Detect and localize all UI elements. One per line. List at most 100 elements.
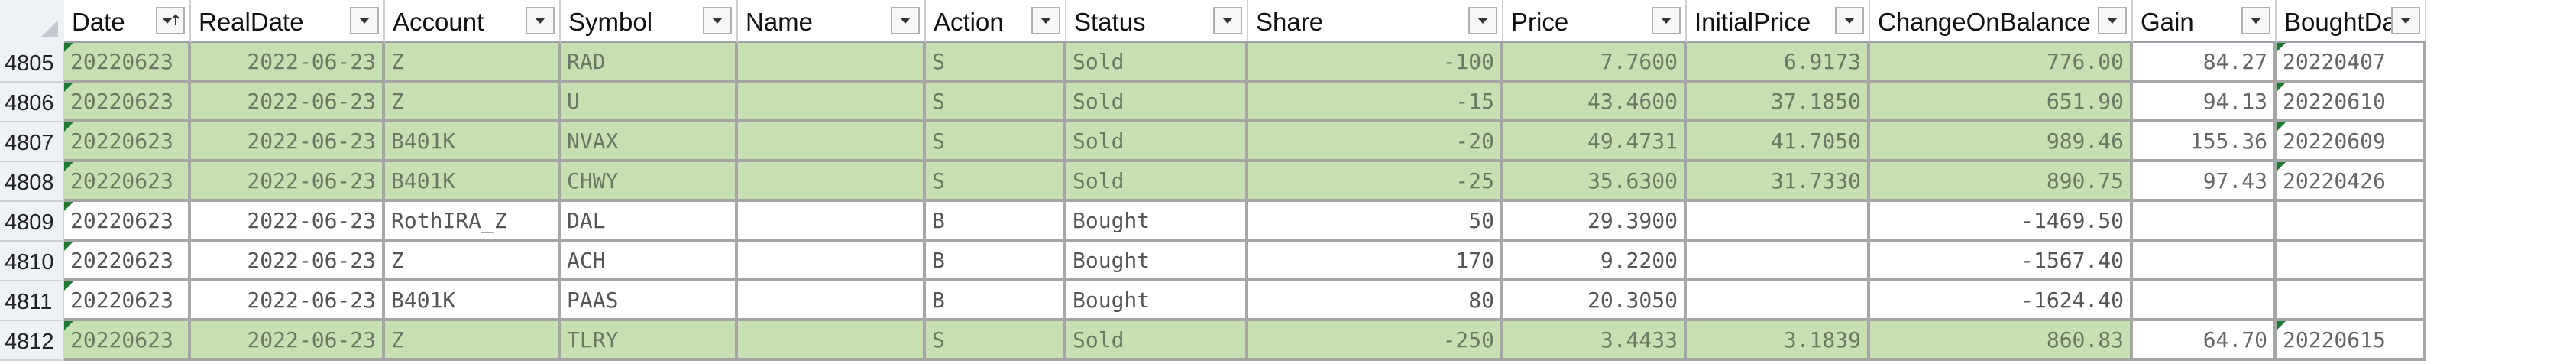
cell-change-on-balance[interactable]: 776.00 (1870, 43, 2133, 83)
row-number[interactable]: 4810 (0, 242, 64, 281)
cell-name[interactable] (738, 202, 926, 242)
cell-account[interactable]: Z (385, 83, 561, 122)
cell-real-date[interactable]: 2022-06-23 (191, 122, 385, 162)
cell-status[interactable]: Sold (1066, 162, 1248, 202)
filter-dropdown-button[interactable] (1652, 7, 1681, 34)
cell-initial-price[interactable]: 41.7050 (1687, 122, 1870, 162)
cell-real-date[interactable]: 2022-06-23 (191, 242, 385, 281)
row-number[interactable]: 4809 (0, 202, 64, 242)
cell-price[interactable]: 29.3900 (1503, 202, 1687, 242)
cell-bought-date[interactable]: 20220426 (2277, 162, 2426, 202)
cell-change-on-balance[interactable]: -1567.40 (1870, 242, 2133, 281)
cell-share[interactable]: -20 (1248, 122, 1503, 162)
cell-account[interactable]: B401K (385, 122, 561, 162)
cell-name[interactable] (738, 281, 926, 321)
cell-action[interactable]: S (926, 83, 1066, 122)
cell-date[interactable]: 20220623 (64, 242, 191, 281)
cell-symbol[interactable]: CHWY (561, 162, 738, 202)
cell-price[interactable]: 9.2200 (1503, 242, 1687, 281)
cell-real-date[interactable]: 2022-06-23 (191, 83, 385, 122)
cell-price[interactable]: 49.4731 (1503, 122, 1687, 162)
cell-symbol[interactable]: U (561, 83, 738, 122)
cell-gain[interactable]: 84.27 (2133, 43, 2277, 83)
cell-share[interactable]: -15 (1248, 83, 1503, 122)
filter-dropdown-button[interactable] (526, 7, 555, 34)
cell-bought-date[interactable]: 20220615 (2277, 321, 2426, 361)
cell-status[interactable]: Sold (1066, 43, 1248, 83)
column-header-account[interactable]: Account (385, 0, 561, 43)
cell-status[interactable]: Bought (1066, 202, 1248, 242)
cell-real-date[interactable]: 2022-06-23 (191, 281, 385, 321)
filter-dropdown-button[interactable] (1213, 7, 1242, 34)
cell-bought-date[interactable] (2277, 202, 2426, 242)
cell-action[interactable]: S (926, 43, 1066, 83)
cell-status[interactable]: Sold (1066, 122, 1248, 162)
cell-initial-price[interactable] (1687, 202, 1870, 242)
column-header-change-on-balance[interactable]: ChangeOnBalance (1870, 0, 2133, 43)
column-header-name[interactable]: Name (738, 0, 926, 43)
cell-bought-date[interactable]: 20220610 (2277, 83, 2426, 122)
cell-name[interactable] (738, 321, 926, 361)
cell-name[interactable] (738, 43, 926, 83)
cell-action[interactable]: S (926, 162, 1066, 202)
cell-bought-date[interactable] (2277, 281, 2426, 321)
cell-price[interactable]: 20.3050 (1503, 281, 1687, 321)
cell-account[interactable]: Z (385, 321, 561, 361)
cell-date[interactable]: 20220623 (64, 43, 191, 83)
cell-date[interactable]: 20220623 (64, 281, 191, 321)
cell-gain[interactable] (2133, 242, 2277, 281)
filter-dropdown-button[interactable] (1835, 7, 1864, 34)
cell-account[interactable]: B401K (385, 281, 561, 321)
row-number[interactable]: 4807 (0, 122, 64, 162)
cell-symbol[interactable]: NVAX (561, 122, 738, 162)
cell-bought-date[interactable] (2277, 242, 2426, 281)
cell-initial-price[interactable]: 37.1850 (1687, 83, 1870, 122)
cell-real-date[interactable]: 2022-06-23 (191, 43, 385, 83)
filter-dropdown-button[interactable] (891, 7, 920, 34)
column-header-price[interactable]: Price (1503, 0, 1687, 43)
cell-gain[interactable] (2133, 281, 2277, 321)
cell-gain[interactable]: 64.70 (2133, 321, 2277, 361)
cell-initial-price[interactable] (1687, 242, 1870, 281)
cell-share[interactable]: -25 (1248, 162, 1503, 202)
select-all-corner[interactable] (0, 0, 66, 44)
cell-change-on-balance[interactable]: 651.90 (1870, 83, 2133, 122)
cell-name[interactable] (738, 162, 926, 202)
cell-share[interactable]: -250 (1248, 321, 1503, 361)
cell-share[interactable]: 80 (1248, 281, 1503, 321)
cell-initial-price[interactable]: 3.1839 (1687, 321, 1870, 361)
cell-share[interactable]: 50 (1248, 202, 1503, 242)
cell-account[interactable]: Z (385, 43, 561, 83)
cell-price[interactable]: 3.4433 (1503, 321, 1687, 361)
column-header-bought-date[interactable]: BoughtDate (2277, 0, 2426, 43)
cell-initial-price[interactable] (1687, 281, 1870, 321)
cell-share[interactable]: 170 (1248, 242, 1503, 281)
cell-real-date[interactable]: 2022-06-23 (191, 162, 385, 202)
cell-action[interactable]: B (926, 242, 1066, 281)
filter-dropdown-button[interactable] (1468, 7, 1497, 34)
cell-action[interactable]: S (926, 321, 1066, 361)
cell-account[interactable]: RothIRA_Z (385, 202, 561, 242)
cell-date[interactable]: 20220623 (64, 83, 191, 122)
cell-initial-price[interactable]: 31.7330 (1687, 162, 1870, 202)
cell-change-on-balance[interactable]: 989.46 (1870, 122, 2133, 162)
filter-dropdown-button[interactable] (703, 7, 732, 34)
column-header-date[interactable]: Date (64, 0, 191, 43)
cell-gain[interactable]: 155.36 (2133, 122, 2277, 162)
cell-status[interactable]: Bought (1066, 242, 1248, 281)
filter-dropdown-button[interactable] (2241, 7, 2270, 34)
cell-change-on-balance[interactable]: -1624.40 (1870, 281, 2133, 321)
filter-sort-ascending-button[interactable] (156, 7, 185, 34)
cell-bought-date[interactable]: 20220407 (2277, 43, 2426, 83)
cell-change-on-balance[interactable]: -1469.50 (1870, 202, 2133, 242)
cell-action[interactable]: B (926, 281, 1066, 321)
cell-symbol[interactable]: PAAS (561, 281, 738, 321)
cell-action[interactable]: S (926, 122, 1066, 162)
column-header-share[interactable]: Share (1248, 0, 1503, 43)
cell-symbol[interactable]: RAD (561, 43, 738, 83)
column-header-symbol[interactable]: Symbol (561, 0, 738, 43)
column-header-action[interactable]: Action (926, 0, 1066, 43)
cell-status[interactable]: Sold (1066, 321, 1248, 361)
cell-status[interactable]: Bought (1066, 281, 1248, 321)
cell-date[interactable]: 20220623 (64, 321, 191, 361)
